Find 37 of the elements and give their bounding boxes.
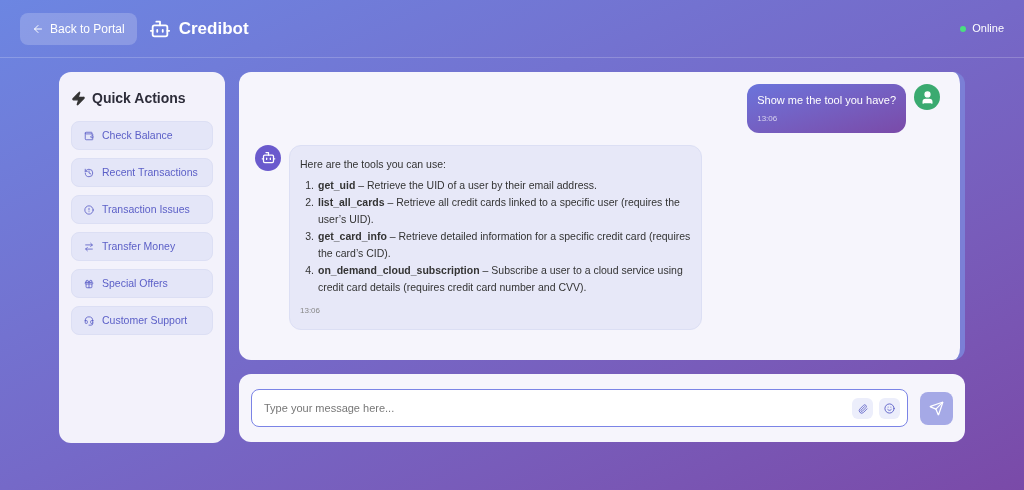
message-text: Show me the tool you have? [757,93,896,108]
back-arrow-icon [32,22,44,35]
alert-icon [84,204,94,215]
lightning-icon [71,91,86,106]
history-icon [84,167,94,178]
list-number: 3. [304,228,314,244]
message-text: Here are the tools you can use: [300,156,447,172]
panel-title: Quick Actions [92,89,186,108]
list-number: 4. [304,262,314,278]
user-avatar [914,84,940,110]
quick-action-button[interactable]: Recent Transactions [71,158,213,187]
transfer-arrows-icon [84,241,94,252]
headset-icon [84,315,94,326]
quick-action-button[interactable]: Check Balance [71,121,213,150]
back-button[interactable]: Back to Portal [20,12,137,45]
message-time: 13:06 [300,304,322,317]
paperclip-icon [857,403,868,414]
list-item-text: get_card_info – Retrieve detailed information for a specific credit card (requires the card’s CID). [318,228,691,261]
list-number: 2. [304,194,314,210]
send-button[interactable] [920,391,953,425]
wallet-icon [84,130,94,141]
status-text: Online [972,21,1004,37]
list-item-text: list_all_cards – Retrieve all credit cards linked to a specific user (requires the user’s UID). [318,194,681,227]
message-time: 13:06 [757,112,779,125]
smiley-icon [884,403,895,414]
message-field[interactable]: Type your message here... [251,389,908,427]
quick-action-button[interactable]: Special Offers [71,269,213,298]
quick-action-button[interactable]: Customer Support [71,306,213,335]
bot-avatar [255,144,281,171]
quick-action-button[interactable]: Transaction Issues [71,195,213,224]
list-item-text: get_uid – Retrieve the UID of a user by their email address. [318,177,597,193]
quick-action-button[interactable]: Transfer Money [71,232,213,261]
list-item-text: on_demand_cloud_subscription – Subscribe a user to a cloud service using credit card details (requires credit card number and CVV). [318,262,684,295]
send-icon [929,400,944,416]
gift-icon [84,278,94,289]
list-number: 1. [304,177,314,193]
brand-name: Credibot [178,17,249,40]
